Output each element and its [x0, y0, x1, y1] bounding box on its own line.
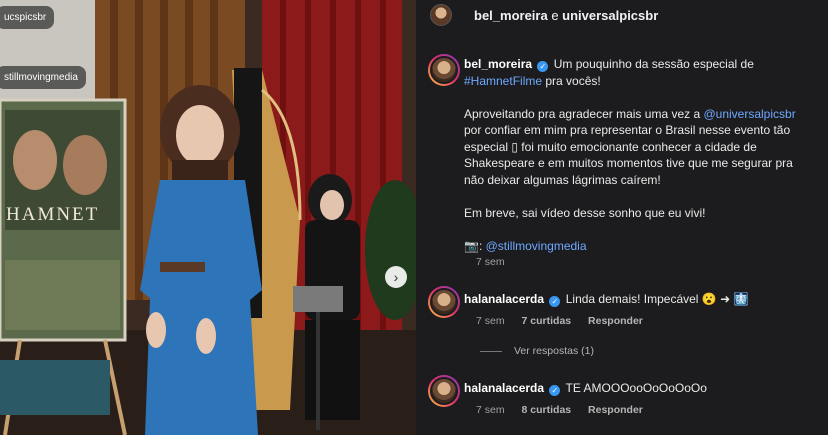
verified-badge-icon: ✓	[537, 61, 549, 72]
photo-tag-2[interactable]: stillmovingmedia	[0, 66, 86, 89]
replies-divider	[480, 351, 502, 352]
photo-tag-2-label: stillmovingmedia	[4, 72, 78, 83]
comment-2-meta: 7 sem 8 curtidas Responder	[476, 404, 657, 416]
comment-1-meta: 7 sem 7 curtidas Responder	[476, 315, 657, 327]
photo-tag-1[interactable]: ucspicsbr	[0, 6, 55, 29]
caption-meta: 7 sem	[476, 256, 519, 268]
verified-badge-icon: ✓	[549, 385, 561, 396]
comment-2-reply-button[interactable]: Responder	[588, 404, 643, 416]
authors-separator: e	[547, 7, 563, 23]
comment-1-likes[interactable]: 7 curtidas	[522, 315, 572, 327]
comment-2-likes[interactable]: 8 curtidas	[522, 404, 572, 416]
comment-1-username[interactable]: halanalacerda	[464, 292, 544, 306]
comment-1-time: 7 sem	[476, 315, 505, 327]
header-avatar[interactable]	[430, 4, 452, 26]
post-authors: bel_moreira e universalpicsbr	[474, 8, 658, 23]
comment-2-text: TE AMOOOooOoOoOoOo	[565, 381, 707, 395]
caption-avatar[interactable]	[428, 54, 460, 86]
caption-username[interactable]: bel_moreira	[464, 57, 532, 71]
comment-2: halanalacerda ✓ TE AMOOOooOoOoOoOo	[464, 380, 707, 397]
photo-tag-1-label: ucspicsbr	[4, 12, 47, 23]
comment-2-avatar[interactable]	[428, 375, 460, 407]
poster-title: HAMNET	[6, 204, 100, 225]
verified-badge-icon: ✓	[549, 296, 561, 307]
comment-2-time: 7 sem	[476, 404, 505, 416]
caption-line1b: pra vocês!	[542, 73, 601, 88]
author-2[interactable]: universalpicsbr	[562, 8, 658, 23]
chevron-right-icon: ›	[393, 269, 399, 285]
caption-p2a: Aproveitando pra agradecer mais uma vez …	[464, 106, 704, 121]
caption-p3: Em breve, sai vídeo desse sonho que eu v…	[464, 205, 706, 220]
hashtag-link[interactable]: #HamnetFilme	[464, 74, 542, 88]
view-replies-button[interactable]: Ver respostas (1)	[514, 345, 594, 357]
mention-stillmovingmedia[interactable]: @stillmovingmedia	[486, 239, 587, 253]
mention-universalpicsbr[interactable]: @universalpicsbr	[703, 107, 795, 121]
post-header: bel_moreira e universalpicsbr	[416, 0, 828, 30]
post-photo: ucspicsbr stillmovingmedia HAMNET ›	[0, 0, 416, 435]
author-1[interactable]: bel_moreira	[474, 8, 548, 23]
next-photo-button[interactable]: ›	[385, 266, 407, 288]
camera-icon: 📷:	[464, 238, 483, 253]
comment-2-username[interactable]: halanalacerda	[464, 381, 544, 395]
comment-1-text: Linda demais! Impecável 😮 ➜ 🩻	[565, 292, 749, 306]
caption-text: bel_moreira ✓ Um pouquinho da sessão esp…	[464, 56, 804, 254]
comments-panel: bel_moreira e universalpicsbr bel_moreir…	[416, 0, 828, 435]
comment-1: halanalacerda ✓ Linda demais! Impecável …	[464, 291, 748, 308]
caption-time: 7 sem	[476, 256, 505, 268]
comment-1-avatar[interactable]	[428, 286, 460, 318]
caption-line1: Um pouquinho da sessão especial de	[553, 57, 754, 71]
comment-1-reply-button[interactable]: Responder	[588, 315, 643, 327]
caption-p2b: por confiar em mim pra representar o Bra…	[464, 123, 793, 187]
